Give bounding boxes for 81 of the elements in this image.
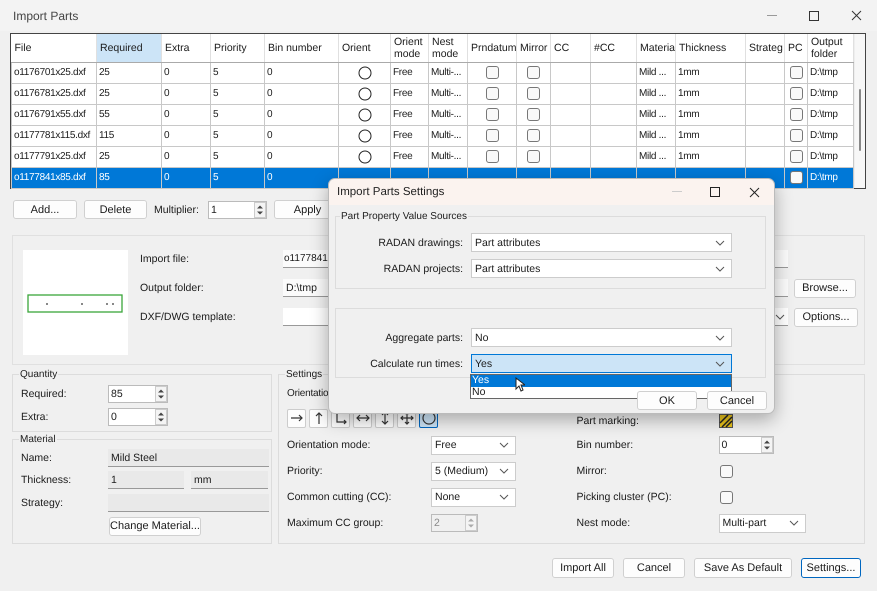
table-cell: o1177791x25.dxf	[12, 146, 96, 167]
field-label: Nest mode:	[576, 517, 632, 529]
table-cell: 1mm	[676, 83, 746, 104]
table-cell: o1176781x25.dxf	[12, 83, 96, 104]
unit-field: mm	[191, 471, 268, 489]
field-label: Aggregate parts:	[384, 332, 463, 344]
field-label: Required:	[21, 388, 68, 400]
field-label: Priority:	[287, 465, 324, 477]
table-cell: 0	[264, 62, 338, 83]
table-cell: Mild ...	[636, 62, 676, 83]
field-label: Calculate run times:	[369, 358, 463, 370]
field-label: Bin number:	[576, 439, 634, 451]
field-label: RADAN drawings:	[377, 236, 463, 248]
table-cell: 0	[162, 83, 210, 104]
table-cell: 0	[264, 125, 338, 146]
table-cell: o1176701x25.dxf	[12, 62, 96, 83]
field-label: Orientation mode:	[287, 439, 372, 451]
table-cell: 5	[210, 146, 264, 167]
table-cell: 1mm	[676, 146, 746, 167]
table-cell: Mild ...	[636, 104, 676, 125]
table-cell: 0	[264, 104, 338, 125]
table-cell: o1177781x115.dxf	[12, 125, 96, 146]
table-cell: Free	[390, 146, 428, 167]
table-cell: Mild ...	[636, 146, 676, 167]
field-label: Common cutting (CC):	[287, 491, 392, 503]
material-name-field: Mild Steel	[108, 449, 269, 467]
group-title: Part Property Value Sources	[340, 211, 468, 222]
table-cell: 0	[162, 167, 210, 188]
table-cell: o1176791x55.dxf	[12, 104, 96, 125]
table-cell: 5	[210, 104, 264, 125]
table-cell: Mild ...	[636, 125, 676, 146]
table-cell: 55	[96, 104, 162, 125]
thickness-field: 1	[108, 471, 184, 489]
field-label: Part marking:	[576, 414, 640, 426]
group-title: Quantity	[19, 369, 58, 380]
field-label: Name:	[21, 452, 53, 464]
field-label: Output folder:	[140, 282, 205, 294]
table-cell: 115	[96, 125, 162, 146]
window-title: Import Parts	[13, 8, 80, 22]
group-title: Material	[19, 434, 57, 445]
table-cell: Free	[390, 104, 428, 125]
field-label: Picking cluster (PC):	[576, 491, 673, 503]
table-cell: 0	[264, 83, 338, 104]
field-label: RADAN projects:	[382, 262, 463, 274]
table-cell: 25	[96, 146, 162, 167]
table-cell: 0	[162, 104, 210, 125]
table-cell: 85	[96, 167, 162, 188]
table-cell: 5	[210, 83, 264, 104]
table-cell: Free	[390, 62, 428, 83]
field-label: Thickness:	[21, 474, 72, 486]
field-label: Import file:	[140, 253, 190, 265]
table-cell: 25	[96, 83, 162, 104]
table-cell: Mild ...	[636, 83, 676, 104]
table-cell: 1mm	[676, 62, 746, 83]
table-cell: 5	[210, 167, 264, 188]
table-cell: Multi-...	[428, 104, 468, 125]
multiplier-label: Multiplier:	[154, 204, 200, 216]
table-cell: 1mm	[676, 125, 746, 146]
group-title: Settings	[285, 369, 324, 380]
table-cell: 1mm	[676, 104, 746, 125]
table-cell: Free	[390, 83, 428, 104]
table-cell: Multi-...	[428, 62, 468, 83]
table-cell: 5	[210, 125, 264, 146]
table-cell: 25	[96, 62, 162, 83]
field-label: DXF/DWG template:	[140, 311, 237, 323]
table-cell: 0	[162, 125, 210, 146]
table-cell: 0	[264, 146, 338, 167]
field-label: Mirror:	[576, 465, 608, 477]
table-cell: Multi-...	[428, 83, 468, 104]
field-label: Extra:	[21, 410, 50, 422]
field-label: Strategy:	[21, 497, 64, 509]
table-cell: 0	[162, 146, 210, 167]
field-label: Orientatio	[287, 388, 328, 398]
table-cell: 0	[162, 62, 210, 83]
table-cell: Free	[390, 125, 428, 146]
table-cell: 5	[210, 62, 264, 83]
field-label: Maximum CC group:	[287, 517, 384, 529]
table-cell: Multi-...	[428, 146, 468, 167]
table-cell: Multi-...	[428, 125, 468, 146]
dialog-title: Import Parts Settings	[337, 186, 446, 198]
table-cell: o1177841x85.dxf	[12, 167, 96, 188]
